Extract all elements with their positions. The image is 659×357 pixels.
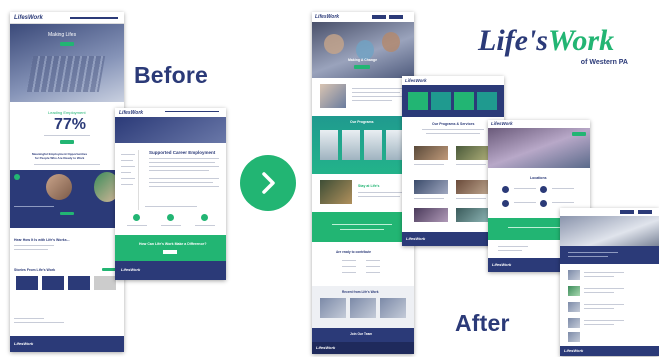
before-footer-logo: LifesWork <box>14 341 34 346</box>
lifes-work-logo: Life'sWork of Western PA <box>478 26 638 67</box>
before-news-button[interactable] <box>102 268 116 271</box>
after-news-title: Recent from Life's Work <box>342 290 379 294</box>
after-prog-tile-1[interactable] <box>408 92 428 110</box>
before-person-photo-1 <box>46 174 72 200</box>
after-prog-tile-2[interactable] <box>431 92 451 110</box>
after-detail-logo: LifesWork <box>491 121 513 126</box>
after-prog-photo-2[interactable] <box>456 146 490 160</box>
after-blog-screenshot: LifesWork <box>560 208 659 356</box>
before-band-button[interactable] <box>60 212 74 215</box>
after-footer-logo: LifesWork <box>316 345 336 350</box>
after-detail-location-icon-3 <box>502 200 509 207</box>
before-stat-caption: Leading Employment <box>48 110 86 115</box>
before-sub-title: Supported Career Employment <box>149 150 216 155</box>
before-sub-footer-logo: LifesWork <box>121 267 141 272</box>
after-hero-text: Making A Change <box>348 58 378 62</box>
before-sub-feature-icon-3 <box>201 214 208 221</box>
after-detail-location-icon-4 <box>540 200 547 207</box>
before-tagline: Meaningful Employment Opportunities for … <box>32 152 88 160</box>
logo-subtitle: of Western PA <box>580 59 628 66</box>
after-stories-title: Stay at Life's <box>358 184 380 188</box>
after-news-card-1[interactable] <box>320 298 346 318</box>
before-section-title: Hear How It Is with Life's Works... <box>14 238 70 242</box>
after-news-card-3[interactable] <box>380 298 406 318</box>
after-program-card-1[interactable] <box>320 130 338 160</box>
before-hero-title: Making Lifes <box>48 32 77 38</box>
after-prog-title: Our Programs & Services <box>432 122 475 126</box>
after-program-card-2[interactable] <box>342 130 360 160</box>
logo-part-1: Life's <box>478 24 548 57</box>
before-homepage-screenshot: LifesWork Making Lifes Leading Employmen… <box>10 12 124 352</box>
after-story-photo <box>320 180 352 204</box>
after-hero-button[interactable] <box>354 65 370 69</box>
after-blog-thumb-2[interactable] <box>568 286 580 296</box>
after-prog-tile-4[interactable] <box>477 92 497 110</box>
after-intro-photo <box>320 84 346 108</box>
after-prog-photo-4[interactable] <box>456 180 490 194</box>
before-label: Before <box>134 62 209 88</box>
before-sub-cta-text: How Can Life's Work Make a Difference? <box>139 242 207 246</box>
after-detail-footer-logo: LifesWork <box>492 262 512 267</box>
before-stat: 77% <box>54 116 87 133</box>
after-prog-photo-5[interactable] <box>414 208 448 222</box>
after-detail-location-icon-2 <box>540 186 547 193</box>
after-join-title: Join Our Team <box>350 332 373 336</box>
before-subpage-screenshot: LifesWork Supported Career Employment Ho <box>115 108 226 280</box>
after-logo: LifesWork <box>315 14 340 20</box>
logo-part-2: Work <box>547 24 615 57</box>
before-stat-button[interactable] <box>60 140 74 144</box>
after-prog-photo-6[interactable] <box>456 208 490 222</box>
after-prog-photo-1[interactable] <box>414 146 448 160</box>
before-sub-feature-icon-2 <box>167 214 174 221</box>
after-blog-hero <box>560 216 659 246</box>
after-homepage-screenshot: LifesWork Making A Change Our Programs S… <box>312 12 414 354</box>
after-help-title: Are ready to contribute <box>336 250 372 254</box>
before-sub-feature-icon-1 <box>133 214 140 221</box>
before-sub-cta <box>115 235 226 261</box>
after-programs-title: Our Programs <box>350 120 374 124</box>
after-label: After <box>455 310 510 336</box>
after-blog-title-band <box>560 246 659 264</box>
chevron-right-icon <box>240 155 296 211</box>
after-green-band <box>312 212 414 242</box>
after-prog-footer-logo: LifesWork <box>406 236 426 241</box>
before-news-card-1[interactable] <box>16 276 38 290</box>
after-prog-logo: LifesWork <box>405 78 427 83</box>
after-detail-location-icon-1 <box>502 186 509 193</box>
before-sub-logo: LifesWork <box>119 110 144 116</box>
after-blog-footer-logo: LifesWork <box>564 348 584 353</box>
before-hero-button[interactable] <box>60 42 74 46</box>
after-detail-title: Locations <box>530 176 547 180</box>
logo-wordmark: Life'sWork <box>478 26 638 56</box>
after-news-card-2[interactable] <box>350 298 376 318</box>
after-detail-hero-button[interactable] <box>572 132 586 136</box>
before-news-title: Stories From Life's Work <box>14 268 56 272</box>
after-blog-thumb-1[interactable] <box>568 270 580 280</box>
before-news-card-2[interactable] <box>42 276 64 290</box>
after-blog-thumb-3[interactable] <box>568 302 580 312</box>
before-sub-sidebar <box>121 150 139 210</box>
after-prog-photo-3[interactable] <box>414 180 448 194</box>
before-sub-cta-button[interactable] <box>163 250 177 254</box>
before-sub-hero <box>115 117 226 143</box>
before-news-card-4[interactable] <box>94 276 116 290</box>
after-program-card-3[interactable] <box>364 130 382 160</box>
after-blog-thumb-5[interactable] <box>568 332 580 342</box>
after-prog-tile-3[interactable] <box>454 92 474 110</box>
before-after-showcase: LifesWork Making Lifes Leading Employmen… <box>0 0 659 357</box>
before-news-card-3[interactable] <box>68 276 90 290</box>
after-blog-thumb-4[interactable] <box>568 318 580 328</box>
before-logo: LifesWork <box>14 15 43 21</box>
